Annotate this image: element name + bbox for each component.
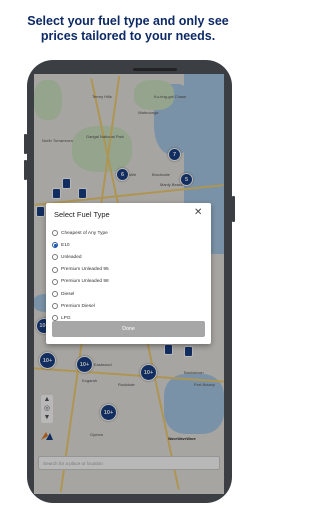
- fuel-option-label: Premium Diesel: [61, 303, 95, 309]
- app-screen: Terrey Hills Wahroonga North Turramurra …: [34, 74, 224, 494]
- phone-volume-down-button: [24, 160, 27, 180]
- fuel-type-dialog: Select Fuel Type ✕ Cheapest of Any Type …: [46, 203, 211, 344]
- radio-icon[interactable]: [52, 254, 58, 261]
- fuel-type-options: Cheapest of Any Type E10 Unleaded Premiu…: [52, 227, 109, 325]
- radio-selected-icon[interactable]: [52, 242, 58, 249]
- fuel-option-diesel[interactable]: Diesel: [52, 288, 109, 300]
- phone-power-button: [232, 196, 235, 222]
- fuel-option-label: Diesel: [61, 291, 75, 297]
- fuel-option-label: Unleaded: [61, 254, 82, 260]
- dialog-title: Select Fuel Type: [54, 210, 110, 219]
- radio-icon[interactable]: [52, 291, 58, 298]
- fuel-option-premium-98[interactable]: Premium Unleaded 98: [52, 276, 109, 288]
- radio-icon[interactable]: [52, 303, 58, 310]
- promo-headline: Select your fuel type and only see price…: [0, 14, 256, 44]
- radio-icon[interactable]: [52, 278, 58, 285]
- fuel-option-e10[interactable]: E10: [52, 239, 109, 251]
- fuel-option-label: E10: [61, 242, 70, 248]
- headline-line-1: Select your fuel type and only see: [27, 14, 229, 28]
- headline-line-2: prices tailored to your needs.: [40, 29, 216, 43]
- done-button[interactable]: Done: [52, 321, 205, 337]
- fuel-option-label: Premium Unleaded 95: [61, 267, 109, 273]
- radio-icon[interactable]: [52, 230, 58, 237]
- fuel-option-premium-95[interactable]: Premium Unleaded 95: [52, 264, 109, 276]
- close-icon[interactable]: ✕: [194, 207, 202, 218]
- phone-volume-up-button: [24, 134, 27, 154]
- fuel-option-cheapest[interactable]: Cheapest of Any Type: [52, 227, 109, 239]
- fuel-option-label: Cheapest of Any Type: [61, 230, 108, 236]
- phone-speaker: [133, 68, 177, 71]
- radio-icon[interactable]: [52, 266, 58, 273]
- fuel-option-premium-diesel[interactable]: Premium Diesel: [52, 300, 109, 312]
- fuel-option-unleaded[interactable]: Unleaded: [52, 251, 109, 263]
- fuel-option-label: Premium Unleaded 98: [61, 279, 109, 285]
